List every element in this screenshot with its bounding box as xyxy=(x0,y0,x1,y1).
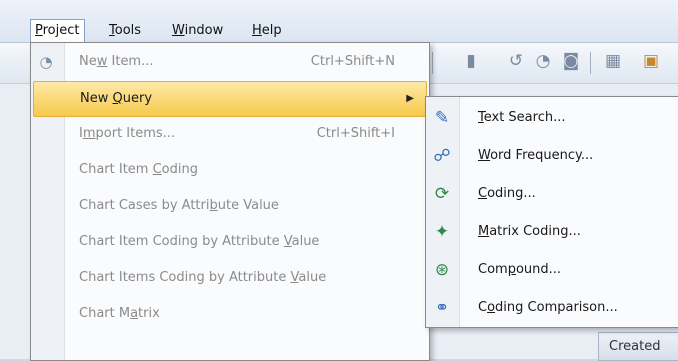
new-item-icon: ◔ xyxy=(39,53,53,71)
menu-item-label: New Query xyxy=(80,82,152,116)
toolbar-separator xyxy=(432,52,433,74)
project-menu-item[interactable]: Import Items... Ctrl+Shift+I xyxy=(33,117,427,151)
menu-item-label: Coding Comparison... xyxy=(478,291,618,325)
label-text: ding Comparison... xyxy=(495,300,618,315)
menu-tools-rest: ools xyxy=(114,23,142,38)
coding-query-icon: ⟳ xyxy=(434,184,450,204)
menu-window-mnemonic: W xyxy=(172,23,185,38)
label-mnemonic: M xyxy=(478,224,490,239)
query-menu-item[interactable]: ☍ Word Frequency... xyxy=(428,139,677,173)
query-menu-item[interactable]: ✎ Text Search... xyxy=(428,101,677,135)
word-frequency-icon: ☍ xyxy=(433,146,451,166)
project-menu-item[interactable]: Chart Item Coding xyxy=(33,153,427,187)
column-header-created[interactable]: Created xyxy=(598,332,678,361)
menu-item-label: Word Frequency... xyxy=(478,139,593,173)
label-text: alue xyxy=(291,234,320,249)
query-menu-item[interactable]: ⚭ Coding Comparison... xyxy=(428,291,677,325)
label-mnemonic: W xyxy=(478,148,491,163)
label-text: Chart Items Coding by Attribute xyxy=(79,270,291,285)
menu-bar: Project Tools Window Help xyxy=(0,0,678,43)
submenu-arrow-icon: ▶ xyxy=(406,93,414,104)
label-text: C xyxy=(478,300,488,315)
menu-item-label: Chart Item Coding xyxy=(79,153,198,187)
label-text: port Items... xyxy=(95,126,176,141)
label-mnemonic: o xyxy=(487,300,496,315)
layout-icon[interactable]: ▦ xyxy=(602,50,624,72)
project-menu-item[interactable]: Chart Items Coding by Attribute Value xyxy=(33,261,427,295)
label-text: Chart Item Coding by Attribute xyxy=(79,234,284,249)
label-text: Chart Cases by Attri xyxy=(79,198,210,213)
text-search-icon: ✎ xyxy=(434,108,450,128)
label-text: Chart M xyxy=(79,306,131,321)
menu-project-mnemonic: P xyxy=(35,23,43,38)
label-text: ord Frequency... xyxy=(490,148,594,163)
menu-help-rest: elp xyxy=(261,23,282,38)
label-mnemonic: C xyxy=(152,162,162,177)
label-mnemonic: a xyxy=(130,306,139,321)
menu-help-mnemonic: H xyxy=(252,23,262,38)
menu-item-label: Chart Cases by Attribute Value xyxy=(79,189,279,223)
label-text: ext Search... xyxy=(483,110,566,125)
chart-icon[interactable]: ▮ xyxy=(460,50,482,72)
menu-item-label: New Item... xyxy=(79,45,154,79)
label-text: uery xyxy=(122,91,153,106)
label-mnemonic: C xyxy=(478,186,488,201)
toolbar-separator xyxy=(590,52,591,74)
project-menu-item[interactable]: New Query ▶ xyxy=(33,81,427,117)
project-menu: ◔ New Item... Ctrl+Shift+N New Query ▶ Import… xyxy=(30,42,430,361)
menu-item-label: Text Search... xyxy=(478,101,566,135)
label-text: atrix Coding... xyxy=(489,224,581,239)
label-mnemonic: Q xyxy=(112,91,123,106)
project-menu-item[interactable]: Chart Item Coding by Attribute Value xyxy=(33,225,427,259)
menu-window[interactable]: Window xyxy=(168,20,227,42)
new-query-submenu: ✎ Text Search... ☍ Word Frequency... ⟳ Coding… xyxy=(425,96,678,328)
link-icon[interactable]: ↺ xyxy=(505,50,527,72)
menu-help[interactable]: Help xyxy=(248,20,286,42)
query-menu-item[interactable]: ⟳ Coding... xyxy=(428,177,677,211)
project-menu-item[interactable]: Chart Cases by Attribute Value xyxy=(33,189,427,223)
label-text: oding xyxy=(161,162,198,177)
label-text: ute Value xyxy=(217,198,279,213)
panel-icon[interactable]: ▣ xyxy=(640,50,662,72)
memo-icon[interactable]: ◔ xyxy=(532,50,554,72)
menu-item-label: Coding... xyxy=(478,177,536,211)
menu-project[interactable]: Project xyxy=(30,19,85,42)
label-text: ound... xyxy=(515,262,562,277)
query-menu-item[interactable]: ✦ Matrix Coding... xyxy=(428,215,677,249)
label-mnemonic: m xyxy=(82,126,96,141)
label-mnemonic: w xyxy=(96,54,108,69)
label-text: Ne xyxy=(79,54,97,69)
menu-window-rest: indow xyxy=(184,23,224,38)
label-text: trix xyxy=(138,306,160,321)
label-text: Item... xyxy=(107,54,154,69)
query-menu-item[interactable]: ⊛ Compound... xyxy=(428,253,677,287)
label-mnemonic: V xyxy=(283,234,292,249)
menu-tools[interactable]: Tools xyxy=(105,20,145,42)
label-mnemonic: p xyxy=(507,262,516,277)
label-text: alue xyxy=(298,270,327,285)
project-menu-item[interactable]: Chart Matrix xyxy=(33,297,427,331)
label-mnemonic: b xyxy=(209,198,218,213)
label-text: New xyxy=(80,91,113,106)
model-icon[interactable]: ◙ xyxy=(560,50,582,72)
compound-query-icon: ⊛ xyxy=(434,260,450,280)
menu-item-label: Chart Items Coding by Attribute Value xyxy=(79,261,326,295)
menu-item-shortcut: Ctrl+Shift+N xyxy=(310,54,395,69)
matrix-coding-icon: ✦ xyxy=(434,222,450,242)
menu-item-label: Chart Matrix xyxy=(79,297,160,331)
menu-project-rest: roject xyxy=(42,23,80,38)
menu-item-shortcut: Ctrl+Shift+I xyxy=(316,126,395,141)
menu-item-label: Chart Item Coding by Attribute Value xyxy=(79,225,319,259)
menu-item-label: Matrix Coding... xyxy=(478,215,581,249)
project-menu-item[interactable]: ◔ New Item... Ctrl+Shift+N xyxy=(33,45,427,79)
coding-comparison-icon: ⚭ xyxy=(434,298,450,318)
menu-item-label: Import Items... xyxy=(79,117,175,151)
label-text: Chart Item xyxy=(79,162,153,177)
menu-item-label: Compound... xyxy=(478,253,561,287)
label-text: Com xyxy=(478,262,508,277)
label-text: oding... xyxy=(487,186,536,201)
